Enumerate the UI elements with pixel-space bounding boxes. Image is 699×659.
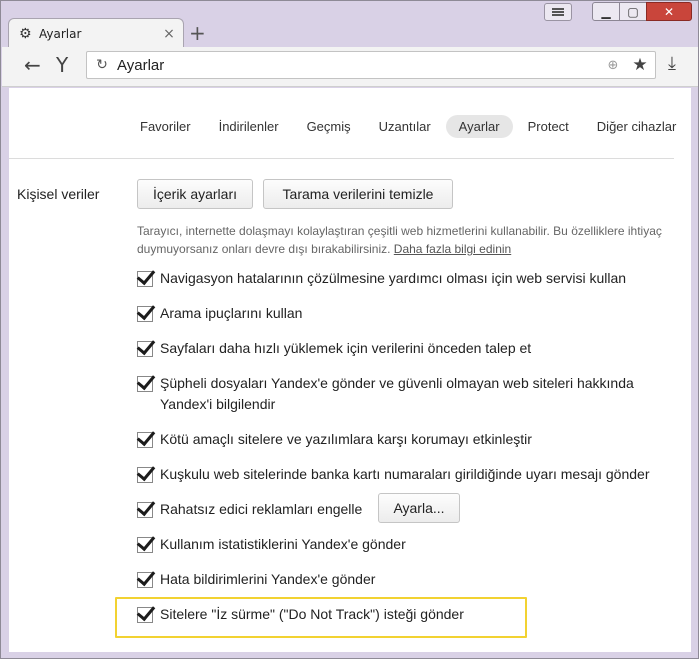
checkbox[interactable] — [137, 376, 153, 392]
section-label-personal-data: Kişisel veriler — [17, 186, 100, 202]
bookmark-star-icon[interactable]: ★ — [625, 55, 655, 75]
option-block-ads[interactable]: Rahatsız edici reklamları engelle — [137, 499, 362, 520]
close-window-button[interactable]: ✕ — [646, 2, 692, 21]
clear-browsing-data-button[interactable]: Tarama verilerini temizle — [263, 179, 453, 209]
checkbox[interactable] — [137, 572, 153, 588]
tab-settings[interactable]: ⚙ Ayarlar × — [8, 18, 184, 48]
option-label: Rahatsız edici reklamları engelle — [160, 501, 363, 517]
option-error-reports[interactable]: Hata bildirimlerini Yandex'e gönder — [137, 569, 375, 590]
nav-favorites[interactable]: Favoriler — [127, 115, 204, 138]
option-prefetch[interactable]: Sayfaları daha hızlı yüklemek için veril… — [137, 338, 531, 359]
option-malware-protection[interactable]: Kötü amaçlı sitelere ve yazılımlara karş… — [137, 429, 532, 450]
maximize-button[interactable]: ▢ — [619, 2, 647, 21]
checkbox[interactable] — [137, 537, 153, 553]
nav-downloads[interactable]: İndirilenler — [206, 115, 292, 138]
checkbox[interactable] — [137, 306, 153, 322]
nav-protect[interactable]: Protect — [515, 115, 582, 138]
nav-history[interactable]: Geçmiş — [294, 115, 364, 138]
configure-ads-button[interactable]: Ayarla... — [378, 493, 460, 523]
gear-icon: ⚙ — [19, 25, 32, 42]
reload-icon[interactable]: ↻ — [87, 57, 117, 73]
globe-icon[interactable]: ⊕ — [601, 58, 625, 73]
checkbox[interactable] — [137, 432, 153, 448]
checkbox[interactable] — [137, 501, 153, 518]
option-label: Kullanım istatistiklerini Yandex'e gönde… — [160, 536, 406, 552]
address-text[interactable]: Ayarlar — [117, 57, 601, 74]
content-settings-button[interactable]: İçerik ayarları — [137, 179, 253, 209]
option-label: Arama ipuçlarını kullan — [160, 305, 303, 321]
option-label: Kötü amaçlı sitelere ve yazılımlara karş… — [160, 431, 532, 447]
checkbox[interactable] — [137, 271, 153, 287]
settings-page: Favoriler İndirilenler Geçmiş Uzantılar … — [9, 88, 691, 652]
do-not-track-highlight — [115, 597, 527, 638]
toolbar: ← Y ↻ Ayarlar ⊕ ★ ⤓ — [2, 47, 698, 87]
option-label: Hata bildirimlerini Yandex'e gönder — [160, 571, 376, 587]
new-tab-button[interactable]: + — [189, 23, 206, 43]
option-label: Navigasyon hatalarının çözülmesine yardı… — [160, 270, 627, 286]
hamburger-icon — [552, 8, 564, 16]
download-icon[interactable]: ⤓ — [668, 53, 676, 74]
privacy-description: Tarayıcı, internette dolaşmayı kolaylaşt… — [137, 222, 672, 258]
option-label: Sayfaları daha hızlı yüklemek için veril… — [160, 340, 532, 356]
tab-close-icon[interactable]: × — [161, 26, 177, 42]
settings-nav: Favoriler İndirilenler Geçmiş Uzantılar … — [127, 114, 691, 138]
option-label: Şüpheli dosyaları Yandex'e gönder ve güv… — [160, 375, 634, 412]
yandex-logo-icon[interactable]: Y — [56, 53, 68, 77]
browser-window: ⚙ Ayarlar × + ▁ ▢ ✕ ← Y ↻ Ayarlar ⊕ ★ ⤓ … — [0, 0, 699, 659]
tab-title: Ayarlar — [39, 26, 82, 41]
back-arrow-icon[interactable]: ← — [24, 53, 41, 77]
checkbox[interactable] — [137, 341, 153, 357]
nav-extensions[interactable]: Uzantılar — [366, 115, 444, 138]
learn-more-link[interactable]: Daha fazla bilgi edinin — [394, 242, 511, 256]
menu-button[interactable] — [544, 3, 572, 21]
checkbox[interactable] — [137, 467, 153, 483]
option-search-suggestions[interactable]: Arama ipuçlarını kullan — [137, 303, 302, 324]
option-navigation-errors[interactable]: Navigasyon hatalarının çözülmesine yardı… — [137, 268, 626, 289]
minimize-button[interactable]: ▁ — [592, 2, 620, 21]
divider — [9, 158, 674, 159]
nav-other-devices[interactable]: Diğer cihazlar — [584, 115, 689, 138]
nav-settings[interactable]: Ayarlar — [445, 114, 513, 138]
option-usage-stats[interactable]: Kullanım istatistiklerini Yandex'e gönde… — [137, 534, 406, 555]
option-card-warning[interactable]: Kuşkulu web sitelerinde banka kartı numa… — [137, 464, 649, 485]
option-suspicious-files[interactable]: Şüpheli dosyaları Yandex'e gönder ve güv… — [137, 373, 677, 415]
address-bar[interactable]: ↻ Ayarlar ⊕ ★ — [86, 51, 656, 79]
option-label: Kuşkulu web sitelerinde banka kartı numa… — [160, 466, 650, 482]
